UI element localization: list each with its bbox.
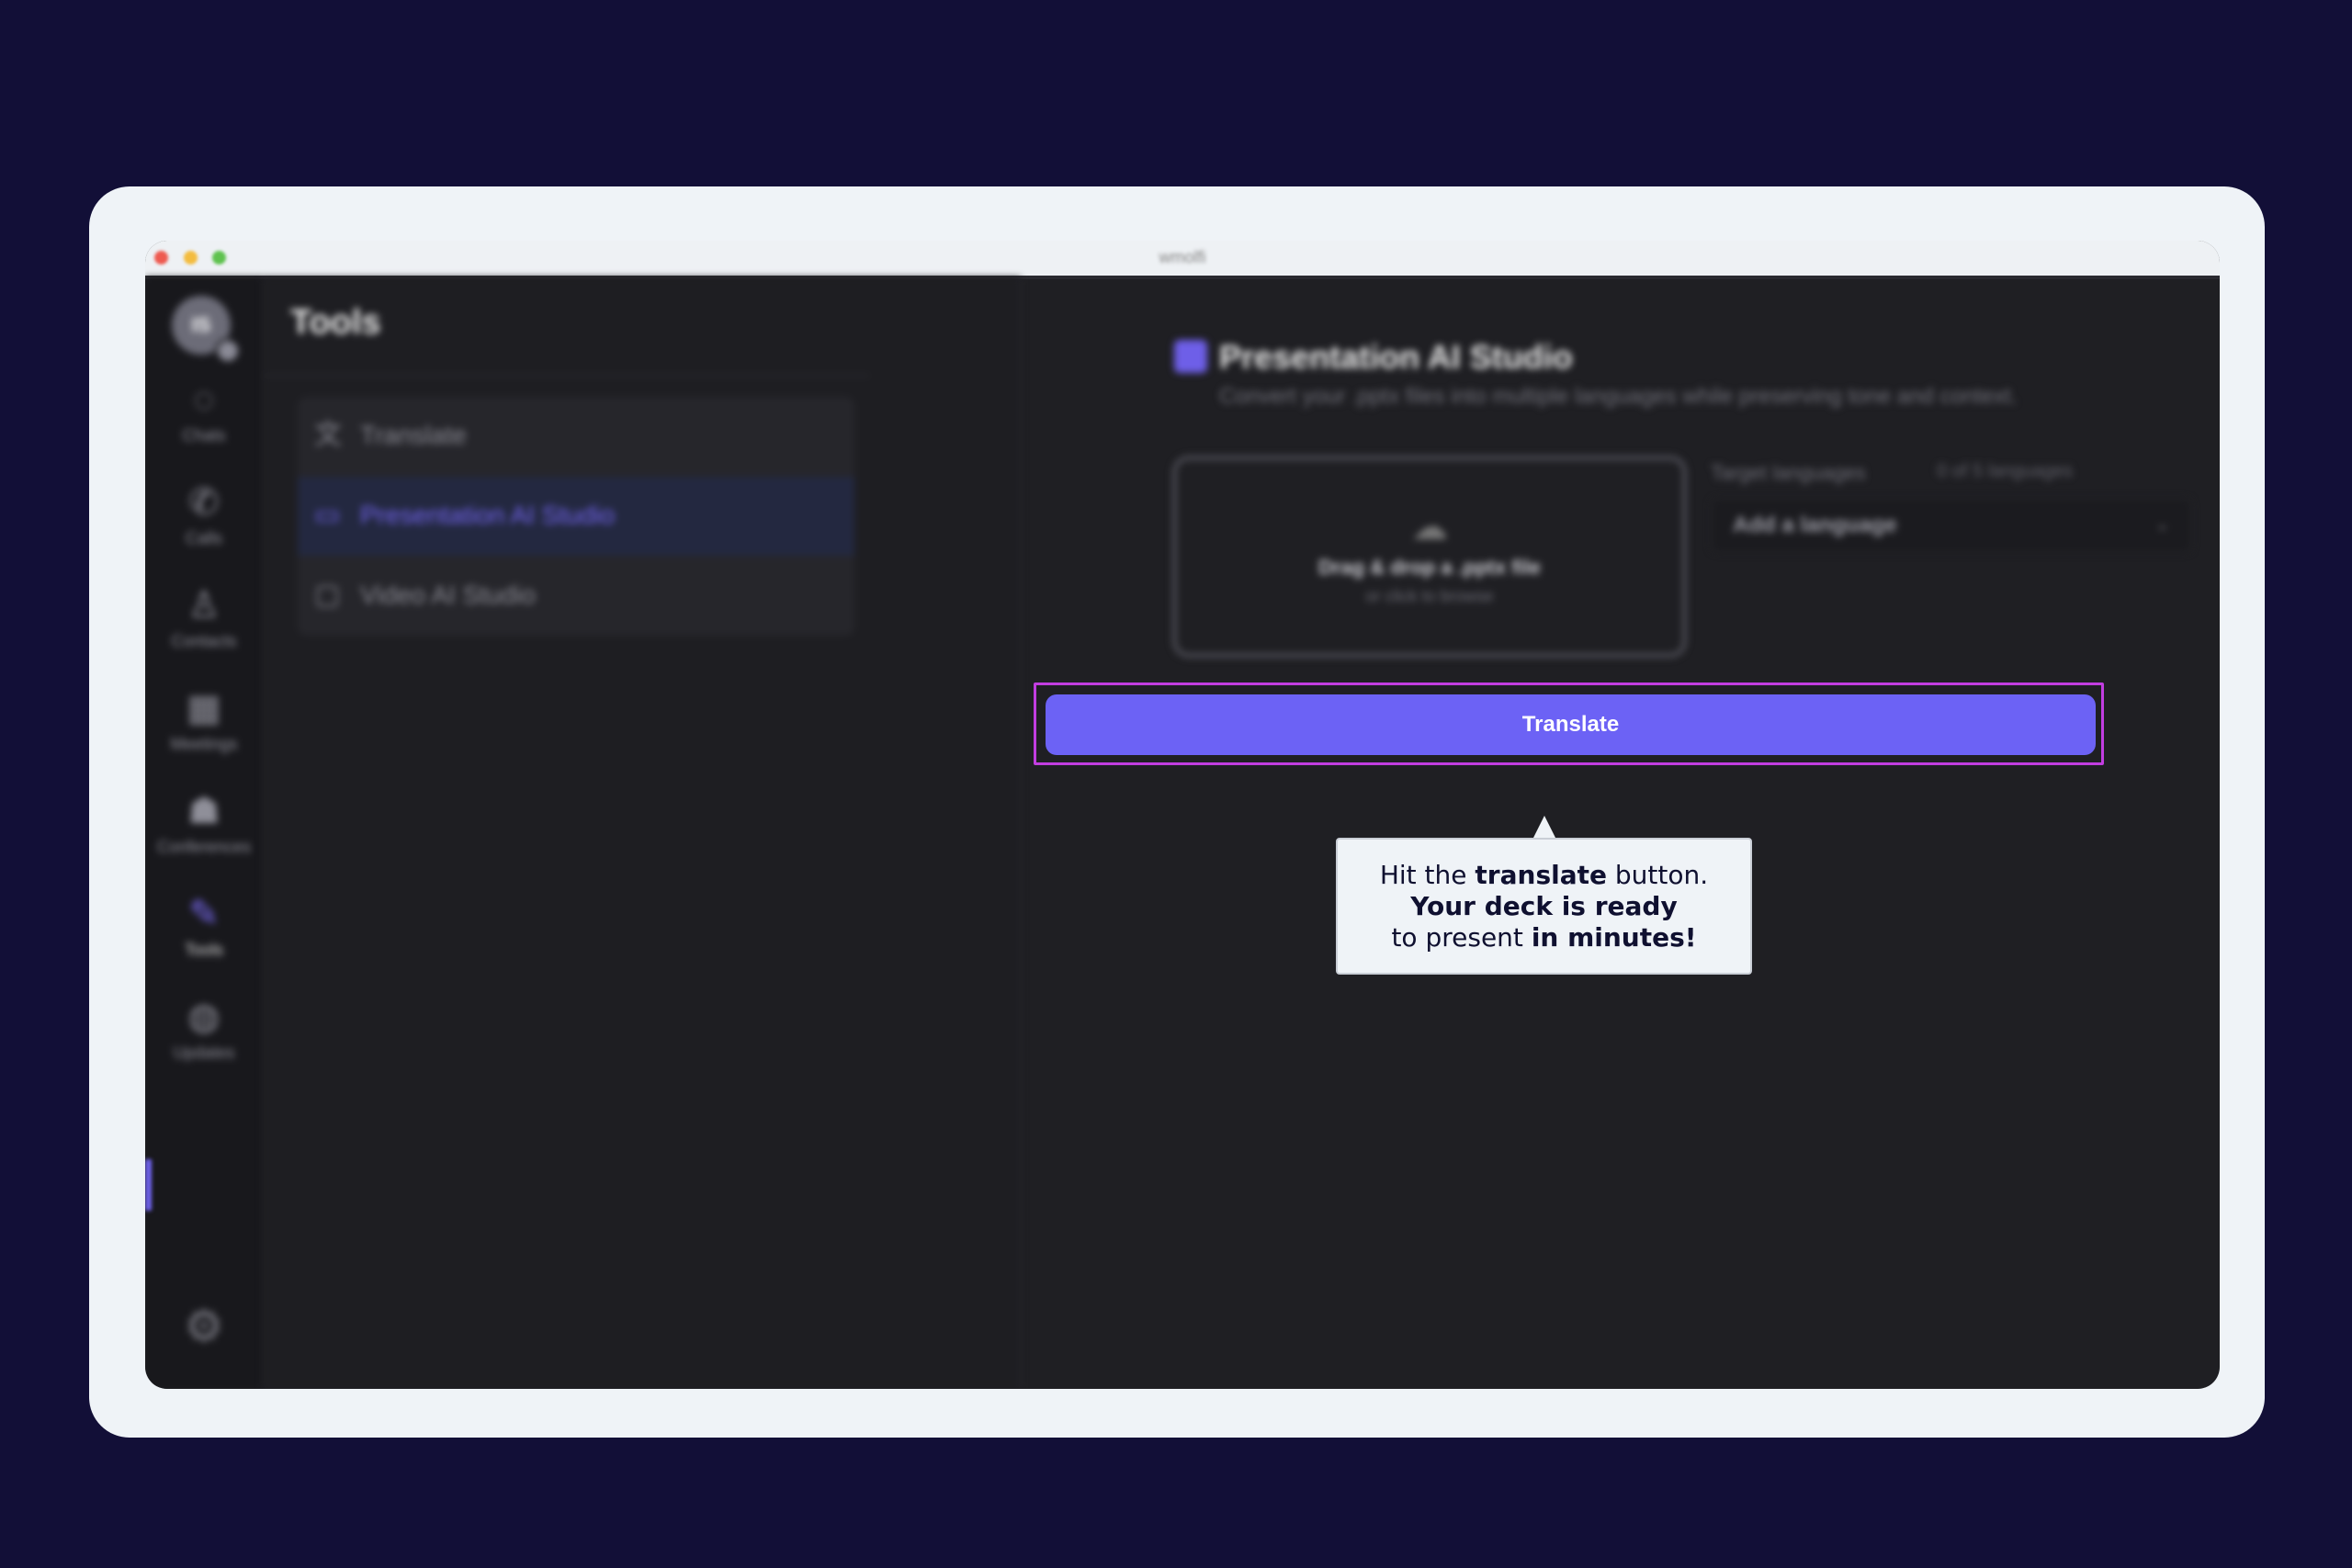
rail-item-label: Chats — [182, 426, 226, 445]
tool-item-translate[interactable]: 文 Translate — [298, 397, 854, 476]
rail-item-tools[interactable]: ✎ Tools — [145, 891, 263, 983]
presentation-icon — [1174, 340, 1207, 373]
rail-item-meetings[interactable]: ▦ Meetings — [145, 685, 263, 777]
calendar-icon: ▦ — [187, 688, 221, 728]
status-badge — [215, 338, 241, 364]
tool-title: Presentation AI Studio — [1219, 338, 1573, 376]
gear-icon[interactable]: ⚙ — [178, 1302, 230, 1353]
language-select-placeholder: Add a language — [1733, 513, 1897, 537]
main-content: Presentation AI Studio Convert your .ppt… — [1019, 277, 2220, 1389]
phone-icon: ✆ — [188, 482, 220, 523]
video-icon: ▢ — [314, 580, 341, 610]
divider — [263, 375, 869, 377]
updates-icon: ◍ — [187, 997, 220, 1037]
dropzone-label: Drag & drop a .pptx file — [1317, 556, 1542, 579]
presentation-icon: ▭ — [314, 500, 341, 530]
tooltip-line-1: Hit the translate button. — [1379, 860, 1709, 890]
contacts-icon: ♙ — [187, 585, 220, 626]
title-bar: wmolfi — [145, 241, 2220, 279]
file-dropzone[interactable]: ☁ Drag & drop a .pptx file or click to b… — [1172, 456, 1687, 658]
translate-button[interactable]: Translate — [1046, 694, 2096, 755]
chevron-down-icon: ⌄ — [2154, 514, 2170, 535]
active-indicator — [145, 1159, 152, 1211]
translate-icon: 文 — [314, 420, 342, 450]
app-window: wmolfi IS ◌ Chats ✆ Calls ♙ Contacts ▦ M… — [145, 241, 2220, 1389]
tool-item-label: Presentation AI Studio — [360, 501, 616, 529]
rail-item-calls[interactable]: ✆ Calls — [145, 479, 263, 571]
rail-item-contacts[interactable]: ♙ Contacts — [145, 582, 263, 674]
tool-item-label: Video AI Studio — [360, 581, 536, 609]
rail-item-label: Tools — [184, 941, 224, 959]
rail-item-label: Updates — [173, 1043, 235, 1062]
page-title: Tools — [290, 303, 381, 342]
tooltip-arrow — [1532, 816, 1556, 840]
chat-icon: ◌ — [193, 379, 215, 420]
tool-item-presentation-ai-studio[interactable]: ▭ Presentation AI Studio — [298, 477, 854, 556]
target-languages-label: Target languages — [1711, 461, 1866, 484]
rail-item-label: Contacts — [171, 632, 237, 650]
tool-subtitle: Convert your .pptx files into multiple l… — [1219, 384, 2018, 409]
target-languages-count: 0 of 5 languages — [1937, 461, 2073, 481]
rail-item-updates[interactable]: ◍ Updates — [145, 994, 263, 1086]
window-title: wmolfi — [1159, 248, 1206, 266]
rail-item-label: Conferences — [156, 838, 252, 856]
tools-list: 文 Translate ▭ Presentation AI Studio ▢ V… — [298, 397, 854, 636]
nav-rail: IS ◌ Chats ✆ Calls ♙ Contacts ▦ Meetings… — [145, 277, 263, 1389]
tooltip: Hit the translate button. Your deck is r… — [1336, 838, 1752, 975]
rail-item-conferences[interactable]: ☗ Conferences — [145, 788, 263, 880]
tool-item-label: Translate — [360, 421, 467, 449]
language-select[interactable]: Add a language ⌄ — [1711, 498, 2192, 553]
tooltip-line-2: Your deck is ready — [1410, 891, 1678, 921]
tools-icon: ✎ — [188, 894, 220, 934]
conference-icon: ☗ — [187, 791, 220, 831]
rail-item-chats[interactable]: ◌ Chats — [145, 377, 263, 468]
dropzone-hint: or click to browse — [1365, 587, 1494, 605]
rail-item-label: Calls — [185, 529, 222, 547]
cloud-upload-icon: ☁ — [1411, 507, 1448, 547]
tool-item-video-ai-studio[interactable]: ▢ Video AI Studio — [298, 557, 854, 636]
tooltip-line-3: to present in minutes! — [1391, 922, 1697, 953]
rail-item-label: Meetings — [170, 735, 238, 753]
tools-panel: Tools 文 Translate ▭ Presentation AI Stud… — [263, 277, 1021, 1389]
